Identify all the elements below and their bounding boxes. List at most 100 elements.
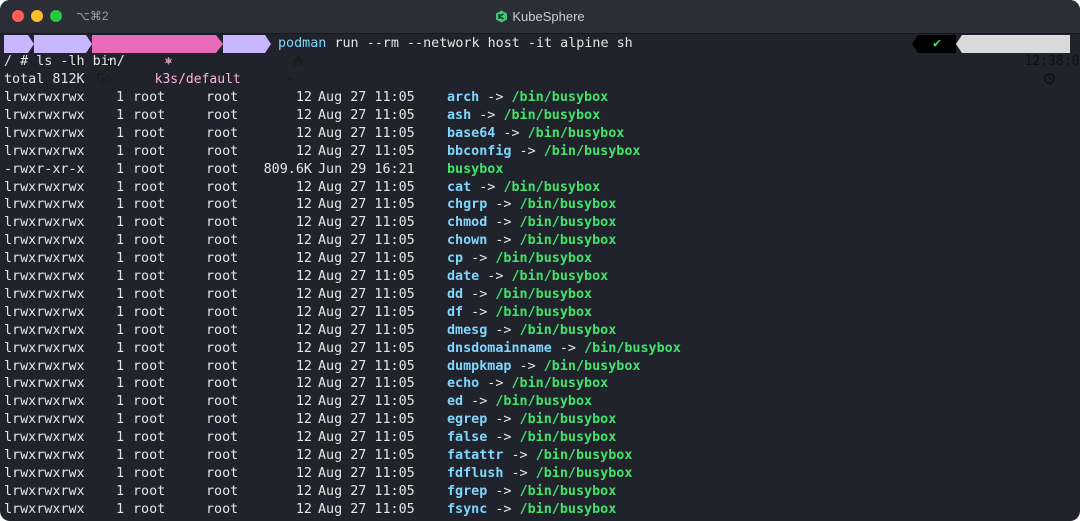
file-name: cat — [447, 179, 472, 195]
symlink-arrow: -> — [479, 269, 512, 284]
file-size: 12 — [295, 143, 312, 159]
file-date: Aug 27 11:05 — [318, 179, 415, 195]
file-date: Aug 27 11:05 — [318, 215, 415, 231]
file-entry: false -> /bin/busybox — [447, 429, 616, 447]
window-title: KubeSphere — [0, 9, 1080, 24]
file-row: lrwxrwxrwx 1 root root 12 Aug 27 11:05 ed -> /… — [0, 393, 1080, 411]
file-link-count: 1 — [116, 143, 125, 159]
file-link-count: 1 — [116, 197, 125, 213]
file-date: Aug 27 11:05 — [318, 483, 415, 499]
file-size: 12 — [295, 448, 312, 463]
file-entry: fdflush -> /bin/busybox — [447, 465, 632, 483]
file-entry: fsync -> /bin/busybox — [447, 501, 616, 519]
command-arguments: run --rm --network host -it alpine sh — [334, 36, 633, 51]
terminal-window: ⌥⌘2 KubeSphere Go ⎈ k3s/default — [0, 0, 1080, 521]
file-entry: df -> /bin/busybox — [447, 304, 592, 322]
file-row: lrwxrwxrwx 1 root root 12 Aug 27 11:05 chown -… — [0, 232, 1080, 250]
symlink-arrow: -> — [479, 376, 512, 392]
symlink-arrow: -> — [503, 465, 536, 481]
file-owner: root — [133, 448, 166, 463]
symlink-target: /bin/busybox — [584, 340, 681, 356]
file-link-count: 1 — [116, 376, 125, 392]
symlink-target: /bin/busybox — [519, 430, 617, 446]
file-group: root — [206, 340, 239, 356]
file-name: dmesg — [447, 322, 488, 338]
file-entry: base64 -> /bin/busybox — [447, 125, 624, 143]
file-name: arch — [447, 90, 480, 105]
home-icon — [292, 55, 304, 66]
symlink-target: /bin/busybox — [511, 90, 609, 105]
file-name: fgrep — [447, 483, 488, 499]
file-permissions: lrwxrwxrwx — [4, 179, 85, 195]
file-date: Aug 27 11:05 — [318, 376, 415, 392]
file-permissions: lrwxrwxrwx — [4, 269, 85, 284]
file-link-count: 1 — [116, 340, 125, 356]
file-group: root — [206, 394, 239, 410]
file-name: ed — [447, 394, 464, 410]
file-size: 12 — [295, 430, 312, 446]
file-date: Aug 27 11:05 — [318, 501, 415, 517]
file-name: dumpkmap — [447, 358, 512, 374]
file-entry: chmod -> /bin/busybox — [447, 214, 616, 232]
command-binary: podman — [278, 36, 327, 51]
file-date: Aug 27 11:05 — [318, 233, 415, 249]
file-group: root — [206, 465, 239, 481]
file-name: chmod — [447, 215, 488, 231]
symlink-target: /bin/busybox — [511, 376, 609, 392]
file-row: lrwxrwxrwx 1 root root 12 Aug 27 11:05 date ->… — [0, 268, 1080, 286]
file-owner: root — [133, 340, 166, 356]
window-title-text: KubeSphere — [512, 9, 585, 24]
file-entry: fatattr -> /bin/busybox — [447, 447, 632, 465]
file-permissions: lrwxrwxrwx — [4, 394, 85, 410]
title-bar: ⌥⌘2 KubeSphere — [0, 0, 1080, 34]
file-entry: chown -> /bin/busybox — [447, 232, 616, 250]
file-row: lrwxrwxrwx 1 root root 12 Aug 27 11:05 bbconfi… — [0, 143, 1080, 161]
file-permissions: lrwxrwxrwx — [4, 501, 85, 517]
file-row: lrwxrwxrwx 1 root root 12 Aug 27 11:05 cp -> /… — [0, 250, 1080, 268]
file-permissions: lrwxrwxrwx — [4, 304, 85, 320]
file-group: root — [206, 376, 239, 392]
file-date: Aug 27 11:05 — [318, 448, 415, 463]
file-owner: root — [133, 286, 166, 302]
symlink-arrow: -> — [463, 286, 496, 302]
symlink-target: /bin/busybox — [519, 215, 617, 231]
symlink-target: /bin/busybox — [495, 251, 593, 267]
file-date: Aug 27 11:05 — [318, 358, 415, 374]
shell-command-line: / # ls -lh bin/ — [4, 54, 125, 69]
file-link-count: 1 — [116, 215, 125, 231]
listing-total: total 812K — [4, 72, 85, 87]
symlink-target: /bin/busybox — [535, 448, 633, 463]
file-owner: root — [133, 394, 166, 410]
symlink-target: /bin/busybox — [503, 179, 601, 195]
file-owner: root — [133, 161, 166, 177]
file-owner: root — [133, 90, 166, 105]
symlink-arrow: -> — [487, 215, 520, 231]
file-size: 12 — [295, 215, 312, 231]
clock-icon — [1043, 73, 1055, 84]
file-owner: root — [133, 143, 166, 159]
file-row: lrwxrwxrwx 1 root root 12 Aug 27 11:05 false -… — [0, 429, 1080, 447]
file-size: 12 — [295, 501, 312, 517]
file-link-count: 1 — [116, 483, 125, 499]
symlink-arrow: -> — [487, 197, 520, 213]
file-name: fdflush — [447, 465, 504, 481]
file-name: echo — [447, 376, 480, 392]
symlink-arrow: -> — [487, 483, 520, 499]
file-size: 12 — [295, 107, 312, 123]
file-group: root — [206, 215, 239, 231]
file-name: bbconfig — [447, 143, 512, 159]
file-owner: root — [133, 107, 166, 123]
file-permissions: lrwxrwxrwx — [4, 143, 85, 159]
file-name: egrep — [447, 412, 488, 428]
command-text: podman run --rm --network host -it alpin… — [278, 35, 633, 53]
file-group: root — [206, 107, 239, 123]
symlink-arrow: -> — [487, 322, 520, 338]
file-owner: root — [133, 358, 166, 374]
symlink-target: /bin/busybox — [495, 304, 593, 320]
file-link-count: 1 — [116, 430, 125, 446]
symlink-arrow: -> — [487, 430, 520, 446]
file-group: root — [206, 197, 239, 213]
file-row: lrwxrwxrwx 1 root root 12 Aug 27 11:05 dumpkma… — [0, 358, 1080, 376]
file-owner: root — [133, 412, 166, 428]
prompt-clock: 12:38:09 — [962, 35, 1080, 84]
